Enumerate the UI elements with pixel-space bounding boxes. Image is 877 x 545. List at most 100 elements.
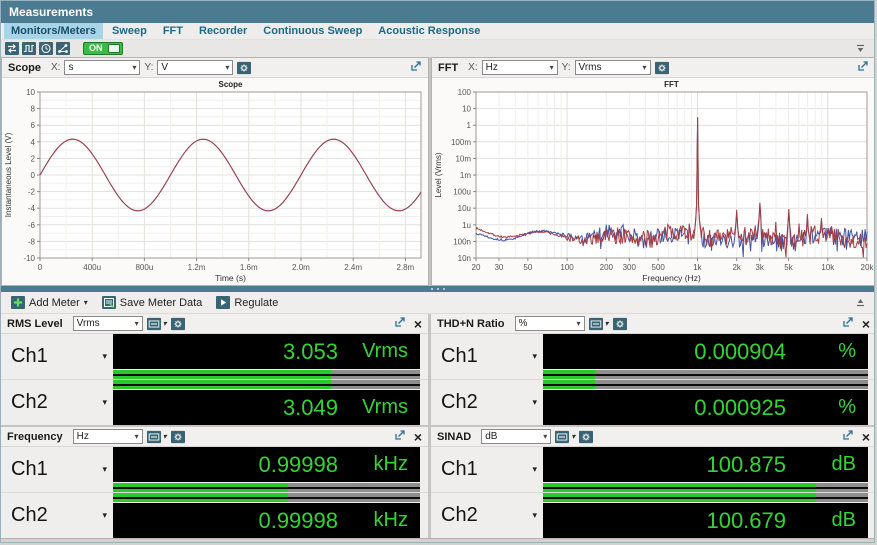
svg-text:10m: 10m	[455, 154, 471, 163]
scope-settings-gear-icon[interactable]	[237, 61, 251, 74]
fft-popout-icon[interactable]	[857, 59, 869, 77]
chevron-down-icon[interactable]: ▾	[163, 432, 167, 441]
popout-icon[interactable]	[394, 428, 406, 446]
rms-settings-gear-icon[interactable]	[171, 317, 185, 330]
generator-on-toggle[interactable]: ON	[83, 42, 123, 55]
frequency-ch2-row: Ch2▾ 0.99998kHz	[1, 493, 428, 538]
frequency-ch1-selector[interactable]: Ch1▾	[1, 447, 113, 492]
meter-panel-rms-level: RMS Level Vrms▾ ▾ × Ch1▾ 3.053Vrms	[1, 314, 428, 425]
clock-icon[interactable]	[39, 42, 53, 55]
display-mode-icon[interactable]	[147, 430, 161, 443]
monitor-nodes-icon[interactable]	[56, 42, 70, 55]
measurement-tabbar: Monitors/Meters Sweep FFT Recorder Conti…	[1, 23, 874, 40]
tab-recorder[interactable]: Recorder	[192, 23, 254, 39]
frequency-ch2-display: 0.99998kHz	[113, 503, 420, 538]
sinad-settings-gear-icon[interactable]	[579, 430, 593, 443]
svg-text:Level (Vrms): Level (Vrms)	[434, 152, 443, 197]
save-meter-data-button[interactable]: Save Meter Data	[96, 293, 209, 313]
thdn-ch1-selector[interactable]: Ch1▾	[431, 334, 543, 379]
popout-icon[interactable]	[394, 315, 406, 333]
scope-y-unit-select[interactable]: V▾	[157, 60, 233, 75]
chevron-down-icon: ▾	[135, 432, 139, 441]
rms-ch2-row: Ch2▾ 3.049Vrms	[1, 380, 428, 425]
chevron-down-icon[interactable]: ▾	[571, 432, 575, 441]
frequency-ch2-bar	[113, 493, 420, 502]
display-mode-icon[interactable]	[589, 317, 603, 330]
rms-ch2-selector[interactable]: Ch2▾	[1, 380, 113, 425]
rms-ch1-display: 3.053Vrms	[113, 334, 420, 369]
svg-text:8: 8	[31, 105, 36, 114]
sinad-ch2-bar	[543, 493, 868, 502]
close-icon[interactable]: ×	[862, 430, 870, 444]
rms-unit-select[interactable]: Vrms▾	[73, 316, 143, 331]
svg-text:1k: 1k	[693, 263, 702, 272]
rms-level-header: RMS Level Vrms▾ ▾ ×	[1, 314, 428, 334]
thdn-ch2-selector[interactable]: Ch2▾	[431, 380, 543, 425]
autohide-down-icon[interactable]	[855, 43, 870, 54]
regulate-button[interactable]: Regulate	[210, 293, 284, 313]
svg-text:1.2m: 1.2m	[188, 263, 206, 272]
fft-panel: FFT X: Hz▾ Y: Vrms▾ 2030501002003005001k…	[431, 57, 875, 286]
svg-text:1m: 1m	[460, 171, 471, 180]
tab-sweep[interactable]: Sweep	[105, 23, 154, 39]
svg-text:2.0m: 2.0m	[292, 263, 310, 272]
thdn-settings-gear-icon[interactable]	[613, 317, 627, 330]
popout-icon[interactable]	[842, 428, 854, 446]
chevron-down-icon: ▾	[102, 510, 107, 521]
popout-icon[interactable]	[842, 315, 854, 333]
sinad-ch1-display: 100.875dB	[543, 447, 868, 482]
fft-y-label: Y:	[562, 62, 571, 73]
frequency-ch1-bar	[113, 483, 420, 492]
meter-toolbar: Add Meter▾ Save Meter Data Regulate	[1, 292, 874, 314]
svg-text:800u: 800u	[135, 263, 153, 272]
svg-text:10: 10	[26, 88, 35, 97]
svg-text:-4: -4	[28, 204, 36, 213]
tab-acoustic-response[interactable]: Acoustic Response	[371, 23, 487, 39]
svg-text:Frequency (Hz): Frequency (Hz)	[642, 273, 701, 283]
io-swap-icon[interactable]	[5, 42, 19, 55]
rms-ch2-bar	[113, 380, 420, 389]
svg-text:100: 100	[458, 88, 472, 97]
frequency-ch2-selector[interactable]: Ch2▾	[1, 493, 113, 538]
svg-text:2.8m: 2.8m	[396, 263, 414, 272]
chevron-down-icon: ▾	[102, 351, 107, 362]
display-mode-icon[interactable]	[147, 317, 161, 330]
svg-text:300: 300	[623, 263, 637, 272]
scope-x-unit-select[interactable]: s▾	[64, 60, 140, 75]
autohide-up-icon[interactable]	[855, 297, 870, 308]
scope-popout-icon[interactable]	[410, 59, 422, 77]
tab-monitors-meters[interactable]: Monitors/Meters	[4, 23, 103, 39]
close-icon[interactable]: ×	[414, 430, 422, 444]
scope-panel: Scope X: s▾ Y: V▾ 0400u800u1.2m1.6m2.0m2…	[1, 57, 429, 286]
frequency-unit-select[interactable]: Hz▾	[73, 429, 143, 444]
sinad-ch2-row: Ch2▾ 100.679dB	[431, 493, 875, 538]
fft-y-unit-select[interactable]: Vrms▾	[575, 60, 651, 75]
fft-settings-gear-icon[interactable]	[655, 61, 669, 74]
svg-text:0: 0	[31, 171, 36, 180]
thdn-unit-select[interactable]: %▾	[515, 316, 585, 331]
svg-text:-8: -8	[28, 237, 36, 246]
sinad-unit-select[interactable]: dB▾	[481, 429, 551, 444]
rms-ch1-selector[interactable]: Ch1▾	[1, 334, 113, 379]
frequency-settings-gear-icon[interactable]	[171, 430, 185, 443]
thdn-ch1-row: Ch1▾ 0.000904%	[431, 334, 875, 379]
close-icon[interactable]: ×	[414, 317, 422, 331]
chevron-down-icon[interactable]: ▾	[163, 319, 167, 328]
tab-continuous-sweep[interactable]: Continuous Sweep	[256, 23, 369, 39]
svg-text:10: 10	[462, 105, 471, 114]
chevron-down-icon: ▾	[543, 432, 547, 441]
add-meter-button[interactable]: Add Meter▾	[5, 293, 94, 313]
display-mode-icon[interactable]	[555, 430, 569, 443]
chevron-down-icon[interactable]: ▾	[605, 319, 609, 328]
sinad-ch2-selector[interactable]: Ch2▾	[431, 493, 543, 538]
fft-x-unit-select[interactable]: Hz▾	[482, 60, 558, 75]
generator-wave-icon[interactable]	[22, 42, 36, 55]
svg-text:4: 4	[31, 138, 36, 147]
svg-text:Scope: Scope	[218, 80, 243, 89]
page-title: Measurements	[9, 5, 93, 19]
sinad-ch1-selector[interactable]: Ch1▾	[431, 447, 543, 492]
close-icon[interactable]: ×	[862, 317, 870, 331]
rms-ch1-row: Ch1▾ 3.053Vrms	[1, 334, 428, 379]
thdn-ch1-display: 0.000904%	[543, 334, 868, 369]
tab-fft[interactable]: FFT	[156, 23, 190, 39]
